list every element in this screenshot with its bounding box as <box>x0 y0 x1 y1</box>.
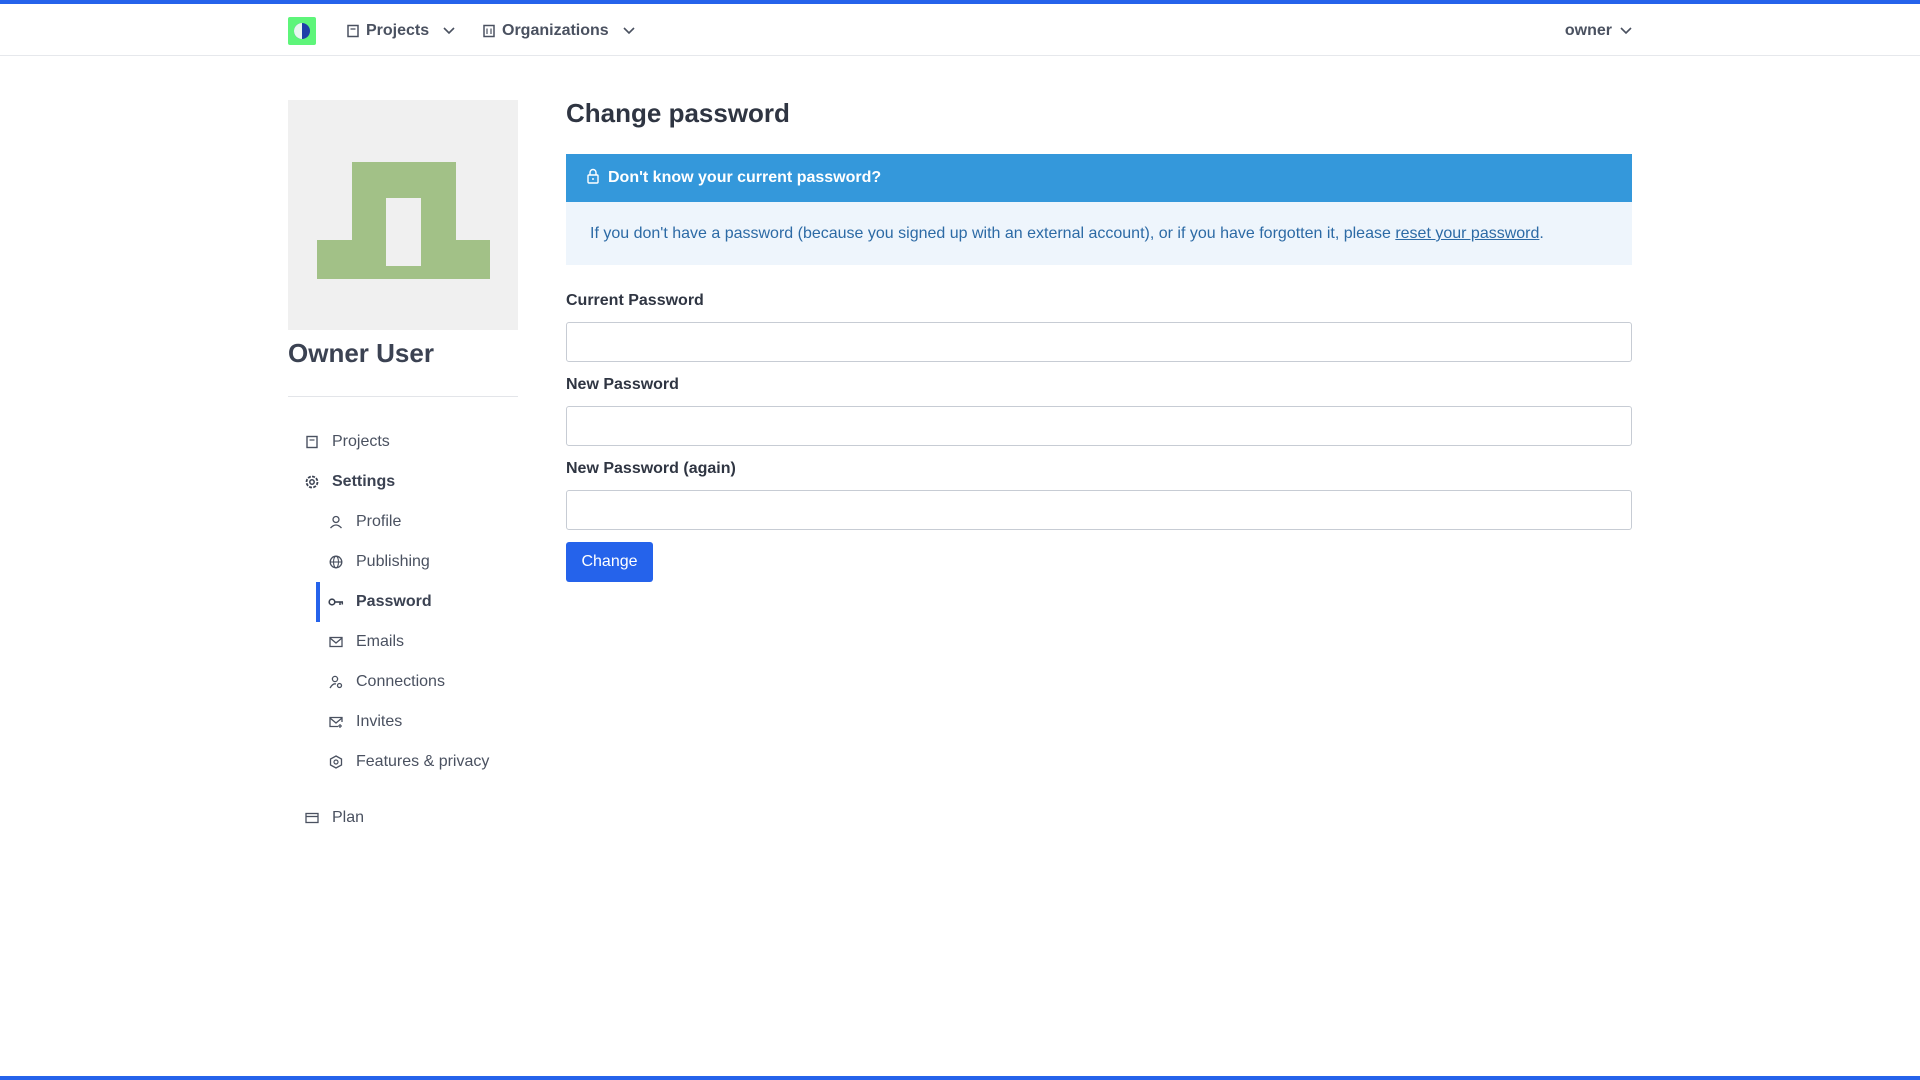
sidebar-item-settings[interactable]: Settings <box>304 464 395 500</box>
building-icon <box>482 24 496 38</box>
gear-icon <box>304 474 320 490</box>
sidebar-item-label: Password <box>356 593 432 610</box>
card-icon <box>304 810 320 826</box>
change-button[interactable]: Change <box>566 542 653 582</box>
lock-icon <box>586 168 600 189</box>
reset-password-link[interactable]: reset your password <box>1395 225 1539 242</box>
sidebar-item-projects[interactable]: Projects <box>304 424 390 460</box>
new-password-again-field[interactable] <box>566 490 1632 530</box>
key-icon <box>328 594 344 610</box>
sidebar-item-label: Features & privacy <box>356 753 490 770</box>
user-menu[interactable]: owner <box>1565 18 1632 44</box>
new-password-field[interactable] <box>566 406 1632 446</box>
sidebar-item-label: Connections <box>356 673 445 690</box>
alert-body: If you don't have a password (because yo… <box>566 202 1632 265</box>
user-link-icon <box>328 674 344 690</box>
sidebar-item-features-privacy[interactable]: Features & privacy <box>328 744 489 780</box>
bottom-accent-line <box>0 1076 1920 1080</box>
hexagon-icon <box>328 754 344 770</box>
user-icon <box>328 514 344 530</box>
alert-title: Don't know your current password? <box>608 169 882 186</box>
sidebar-item-label: Settings <box>332 473 396 490</box>
avatar <box>288 100 518 330</box>
sidebar-item-label: Emails <box>356 633 405 650</box>
current-password-field[interactable] <box>566 322 1632 362</box>
book-icon <box>346 24 360 38</box>
alert-text: If you don't have a password (because yo… <box>590 225 1396 242</box>
sidebar-item-emails[interactable]: Emails <box>328 624 404 660</box>
book-icon <box>304 434 320 450</box>
sidebar-item-publishing[interactable]: Publishing <box>328 544 430 580</box>
active-indicator <box>316 582 320 622</box>
new-password-label: New Password <box>566 376 679 393</box>
chevron-down-icon <box>1620 22 1632 40</box>
chevron-down-icon <box>623 27 635 35</box>
sidebar-item-label: Profile <box>356 513 402 530</box>
alert-text-end: . <box>1539 225 1544 242</box>
page-title: Change password <box>566 98 790 128</box>
current-password-label: Current Password <box>566 292 704 309</box>
nav-organizations-label: Organizations <box>502 22 609 39</box>
mail-plus-icon <box>328 714 344 730</box>
globe-icon <box>328 554 344 570</box>
nav-projects-label: Projects <box>366 22 430 39</box>
sidebar-item-label: Invites <box>356 713 403 730</box>
sidebar-item-connections[interactable]: Connections <box>328 664 445 700</box>
sidebar-item-plan[interactable]: Plan <box>304 800 364 836</box>
mail-icon <box>328 634 344 650</box>
sidebar-item-label: Publishing <box>356 553 430 570</box>
new-password-again-label: New Password (again) <box>566 460 736 477</box>
sidebar-item-label: Plan <box>332 809 365 826</box>
sidebar-divider <box>288 396 518 397</box>
nav-projects-menu[interactable]: Projects <box>346 18 455 44</box>
nav-organizations-menu[interactable]: Organizations <box>482 18 635 44</box>
profile-name: Owner User <box>288 338 434 368</box>
sidebar-item-password[interactable]: Password <box>328 584 432 620</box>
alert-header: Don't know your current password? <box>566 154 1632 202</box>
sidebar-item-label: Projects <box>332 433 390 450</box>
logo-icon[interactable] <box>288 17 316 45</box>
sidebar-item-profile[interactable]: Profile <box>328 504 401 540</box>
sidebar-item-invites[interactable]: Invites <box>328 704 402 740</box>
top-navbar: Projects Organizations owner <box>0 4 1920 56</box>
user-menu-label: owner <box>1564 22 1612 39</box>
chevron-down-icon <box>443 27 455 35</box>
